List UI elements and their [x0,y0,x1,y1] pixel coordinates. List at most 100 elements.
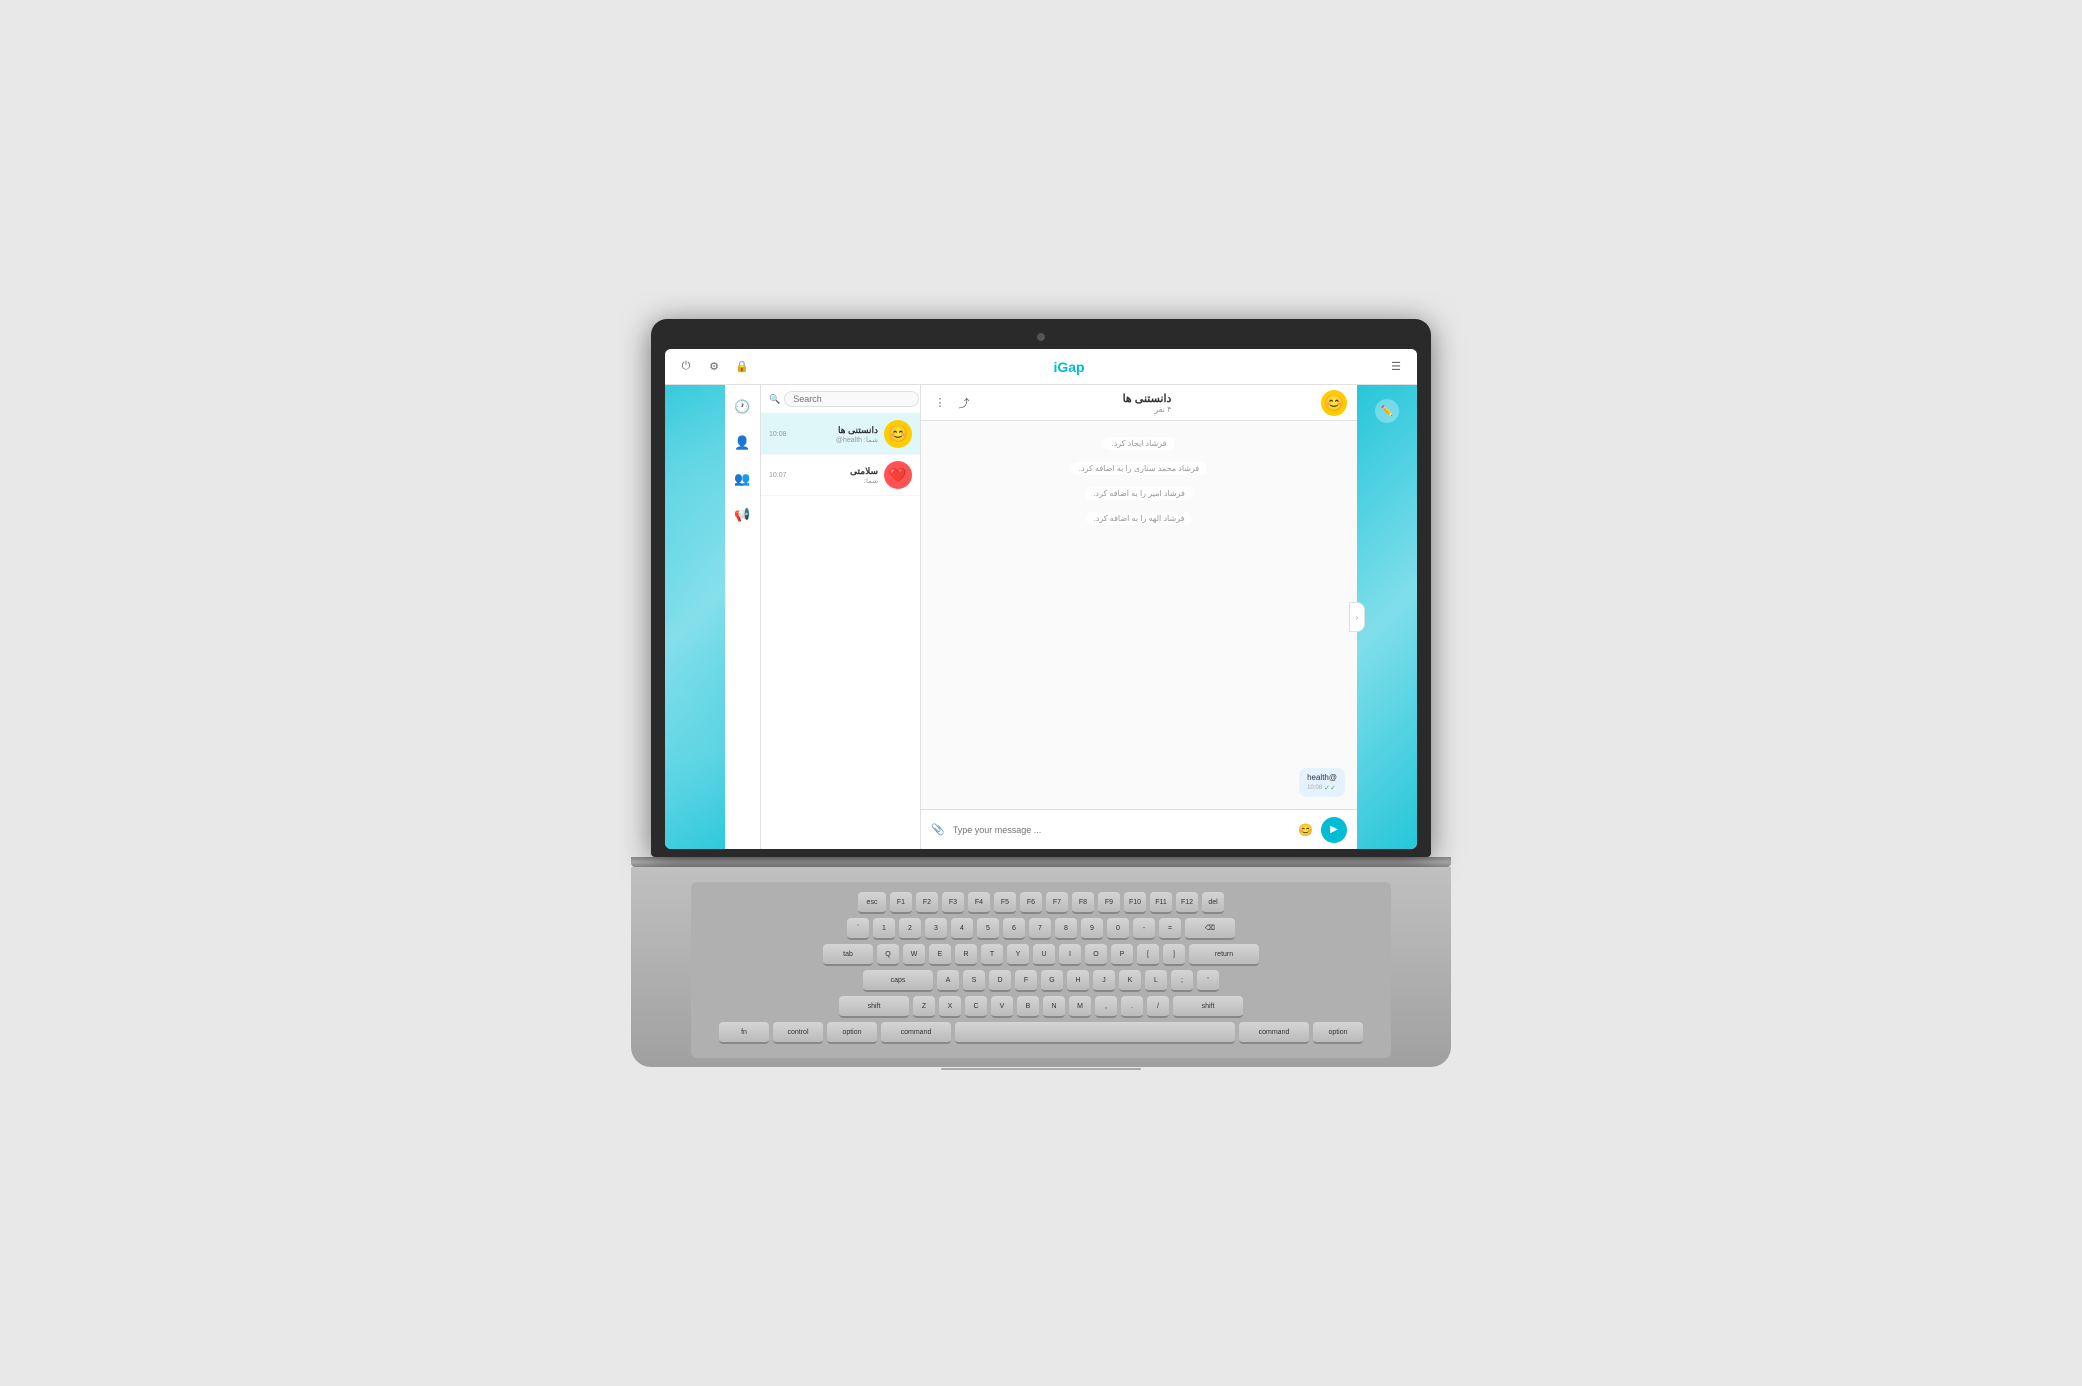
key-6[interactable]: 6 [1003,918,1025,940]
key-1[interactable]: 1 [873,918,895,940]
write-icon[interactable]: ✏️ [1375,399,1399,423]
key-5[interactable]: 5 [977,918,999,940]
key-f9[interactable]: F9 [1098,892,1120,914]
key-0[interactable]: 0 [1107,918,1129,940]
key-slash[interactable]: / [1147,996,1169,1018]
key-f1[interactable]: F1 [890,892,912,914]
more-icon[interactable]: ⋮ [931,394,949,412]
key-o[interactable]: O [1085,944,1107,966]
menu-icon[interactable]: ☰ [1387,358,1405,376]
key-f[interactable]: F [1015,970,1037,992]
key-b[interactable]: B [1017,996,1039,1018]
nav-icon-groups[interactable]: 👥 [729,465,757,493]
key-3[interactable]: 3 [925,918,947,940]
key-x[interactable]: X [939,996,961,1018]
key-a[interactable]: A [937,970,959,992]
key-quote[interactable]: ' [1197,970,1219,992]
chat-header-left: ⋮ ⤴ [931,394,973,412]
key-j[interactable]: J [1093,970,1115,992]
lock-icon[interactable]: 🔒 [733,358,751,376]
key-f2[interactable]: F2 [916,892,938,914]
nav-icon-contacts[interactable]: 👤 [729,429,757,457]
key-s[interactable]: S [963,970,985,992]
nav-icon-channels[interactable]: 📢 [729,501,757,529]
key-f11[interactable]: F11 [1150,892,1172,914]
messages-area: فرشاد ایجاد کرد. فرشاد محمد ستاری را به … [921,421,1357,809]
key-k[interactable]: K [1119,970,1141,992]
key-period[interactable]: . [1121,996,1143,1018]
key-minus[interactable]: - [1133,918,1155,940]
key-backtick[interactable]: ` [847,918,869,940]
key-equals[interactable]: = [1159,918,1181,940]
key-2[interactable]: 2 [899,918,921,940]
right-decorative-sidebar: ✏️ [1357,385,1417,849]
key-semicolon[interactable]: ; [1171,970,1193,992]
key-shift-left[interactable]: shift [839,996,909,1018]
key-9[interactable]: 9 [1081,918,1103,940]
key-fn[interactable]: fn [719,1022,769,1044]
key-rbracket[interactable]: ] [1163,944,1185,966]
chat-time-2: 10:07 [769,472,787,479]
key-option-right[interactable]: option [1313,1022,1363,1044]
key-f4[interactable]: F4 [968,892,990,914]
key-command-right[interactable]: command [1239,1022,1309,1044]
key-esc[interactable]: esc [858,892,886,914]
key-f7[interactable]: F7 [1046,892,1068,914]
collapse-button[interactable]: › [1349,602,1365,632]
key-f5[interactable]: F5 [994,892,1016,914]
attach-icon[interactable]: 📎 [931,823,945,836]
key-w[interactable]: W [903,944,925,966]
chat-header-avatar: 😊 [1321,390,1347,416]
key-i[interactable]: I [1059,944,1081,966]
system-message-1: فرشاد ایجاد کرد. [933,437,1345,450]
key-command-left[interactable]: command [881,1022,951,1044]
message-input[interactable] [953,825,1290,835]
key-option[interactable]: option [827,1022,877,1044]
key-g[interactable]: G [1041,970,1063,992]
key-n[interactable]: N [1043,996,1065,1018]
key-f10[interactable]: F10 [1124,892,1146,914]
key-h[interactable]: H [1067,970,1089,992]
key-f8[interactable]: F8 [1072,892,1094,914]
chat-item-salamati[interactable]: 10:07 سلامتی شما: ❤️ [761,455,920,496]
key-q[interactable]: Q [877,944,899,966]
settings-icon[interactable]: ⚙ [705,358,723,376]
key-c[interactable]: C [965,996,987,1018]
key-d[interactable]: D [989,970,1011,992]
key-comma[interactable]: , [1095,996,1117,1018]
key-4[interactable]: 4 [951,918,973,940]
key-del[interactable]: del [1202,892,1224,914]
search-input[interactable] [784,391,919,407]
key-z[interactable]: Z [913,996,935,1018]
chat-item-danestani[interactable]: 10:08 دانستنی ها شما: health@ 😊 [761,414,920,455]
send-button[interactable]: ▶ [1321,817,1347,843]
key-t[interactable]: T [981,944,1003,966]
nav-icon-recent[interactable]: 🕐 [729,393,757,421]
key-r[interactable]: R [955,944,977,966]
key-capslock[interactable]: caps [863,970,933,992]
key-return[interactable]: return [1189,944,1259,966]
power-icon[interactable]: ⏻ [677,358,695,376]
share-icon[interactable]: ⤴ [955,394,973,412]
key-e[interactable]: E [929,944,951,966]
key-p[interactable]: P [1111,944,1133,966]
key-u[interactable]: U [1033,944,1055,966]
emoji-icon[interactable]: 😊 [1298,823,1313,837]
key-8[interactable]: 8 [1055,918,1077,940]
key-lbracket[interactable]: [ [1137,944,1159,966]
key-f3[interactable]: F3 [942,892,964,914]
key-shift-right[interactable]: shift [1173,996,1243,1018]
key-tab[interactable]: tab [823,944,873,966]
chat-name-1: دانستنی ها [793,425,878,436]
key-l[interactable]: L [1145,970,1167,992]
key-f12[interactable]: F12 [1176,892,1198,914]
key-y[interactable]: Y [1007,944,1029,966]
key-v[interactable]: V [991,996,1013,1018]
key-7[interactable]: 7 [1029,918,1051,940]
key-space[interactable] [955,1022,1235,1044]
key-f6[interactable]: F6 [1020,892,1042,914]
key-backspace[interactable]: ⌫ [1185,918,1235,940]
trackpad[interactable] [941,1068,1141,1070]
key-m[interactable]: M [1069,996,1091,1018]
key-control[interactable]: control [773,1022,823,1044]
